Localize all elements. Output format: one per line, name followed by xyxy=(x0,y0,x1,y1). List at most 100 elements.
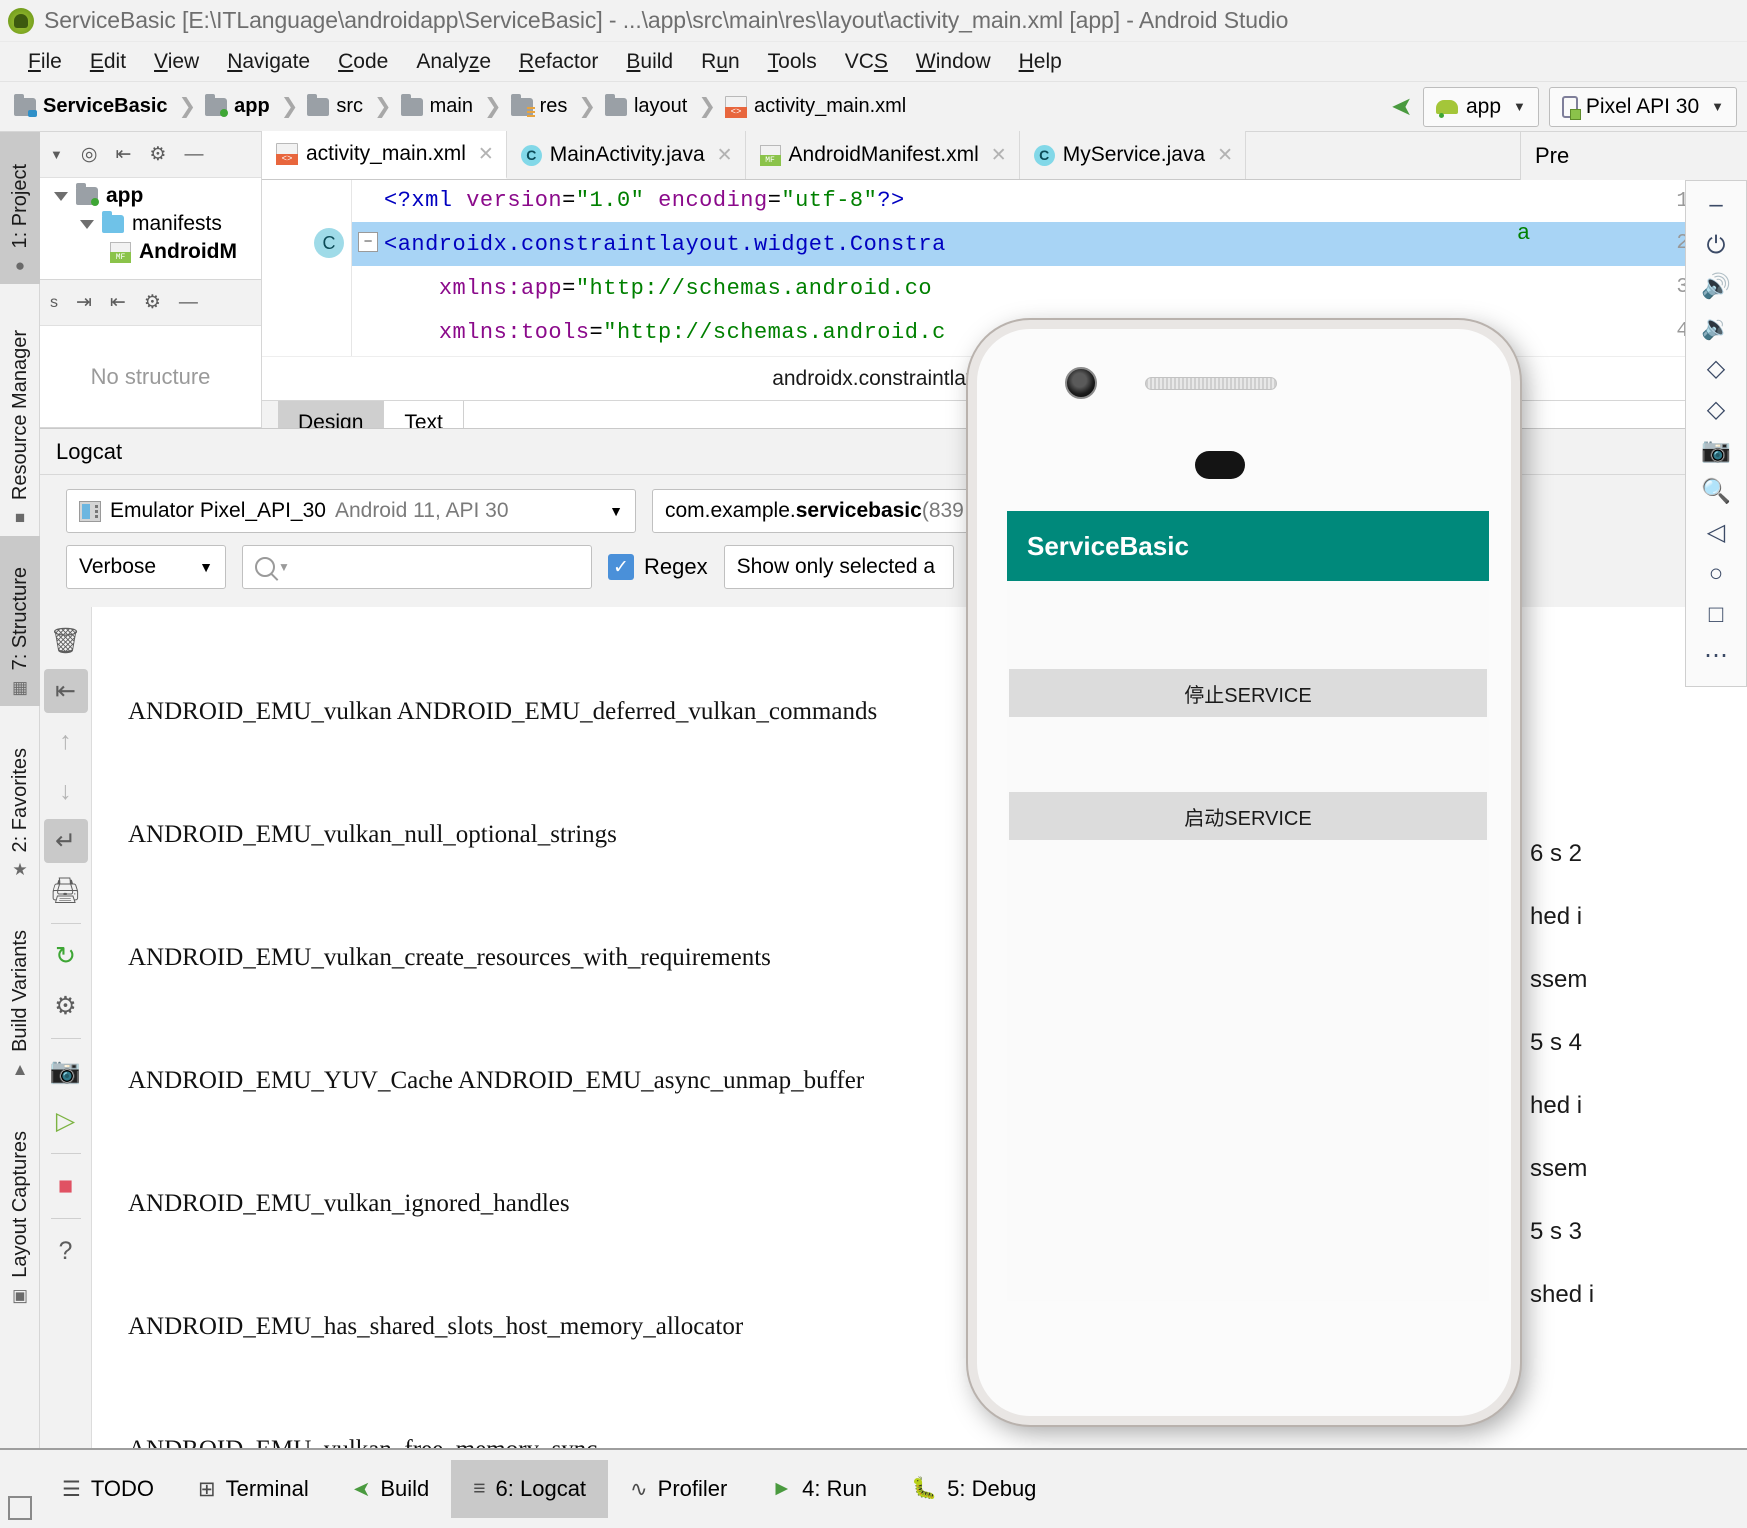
expand-all-icon[interactable]: ⇥ xyxy=(76,291,92,314)
tree-node-manifests[interactable]: manifests xyxy=(48,210,253,238)
breadcrumb-item-res[interactable]: res ❯ xyxy=(510,93,603,119)
close-icon[interactable]: ✕ xyxy=(717,144,733,167)
divider xyxy=(50,923,81,924)
screenshot-icon[interactable]: 📷 xyxy=(44,1049,88,1093)
back-icon[interactable]: ◁ xyxy=(1707,521,1725,545)
sidebar-item-build-variants[interactable]: ▲ Build Variants xyxy=(0,888,40,1088)
breadcrumb-item-file[interactable]: activity_main.xml xyxy=(724,95,906,118)
menu-build[interactable]: Build xyxy=(612,48,687,76)
volume-up-icon[interactable]: 🔊 xyxy=(1701,275,1731,299)
android-project-icon: ● xyxy=(14,256,26,275)
home-icon[interactable]: ○ xyxy=(1709,562,1724,586)
sort-icon[interactable]: s xyxy=(50,294,58,312)
menu-help[interactable]: Help xyxy=(1005,48,1076,76)
start-service-button[interactable]: 启动SERVICE xyxy=(1009,792,1487,840)
menu-edit[interactable]: Edit xyxy=(76,48,140,76)
breadcrumb-item-main[interactable]: main ❯ xyxy=(400,93,509,119)
locate-icon[interactable]: ◎ xyxy=(81,143,98,166)
stop-service-button[interactable]: 停止SERVICE xyxy=(1009,669,1487,717)
menu-tools[interactable]: Tools xyxy=(754,48,831,76)
sidebar-item-resource-manager[interactable]: ■ Resource Manager xyxy=(0,284,40,536)
tree-node-app[interactable]: app xyxy=(48,182,253,210)
rotate-right-icon[interactable]: ◇ xyxy=(1707,398,1725,422)
hammer-icon[interactable]: ➤ xyxy=(1391,91,1413,122)
rotate-left-icon[interactable]: ◇ xyxy=(1707,357,1725,381)
power-icon[interactable]: ⏻ xyxy=(1707,234,1726,258)
search-input[interactable]: ▼ xyxy=(242,545,592,589)
restart-icon[interactable]: ↻ xyxy=(44,934,88,978)
tab-activity-main-xml[interactable]: activity_main.xml ✕ xyxy=(262,131,507,179)
menu-analyze[interactable]: Analyze xyxy=(402,48,505,76)
close-icon[interactable]: ✕ xyxy=(1217,144,1233,167)
down-arrow-icon[interactable]: ↓ xyxy=(44,769,88,813)
emulator-window[interactable]: ServiceBasic 停止SERVICE 启动SERVICE xyxy=(968,320,1520,1425)
screen-record-icon[interactable]: ▷ xyxy=(44,1099,88,1143)
menu-run[interactable]: Run xyxy=(687,48,754,76)
chevron-down-small-icon[interactable]: ▼ xyxy=(50,147,63,162)
run-line: 5 s 3 xyxy=(1530,1218,1583,1245)
chevron-down-icon: ▼ xyxy=(609,503,623,519)
bottom-item-todo[interactable]: ☰ TODO xyxy=(40,1460,176,1518)
camera-icon[interactable]: 📷 xyxy=(1701,439,1731,463)
collapse-all-icon[interactable]: ⇤ xyxy=(110,291,126,314)
regex-checkbox[interactable]: ✓ Regex xyxy=(608,554,708,580)
breadcrumb-item-src[interactable]: src ❯ xyxy=(307,93,398,119)
overview-icon[interactable]: □ xyxy=(1709,603,1724,627)
menu-navigate[interactable]: Navigate xyxy=(213,48,324,76)
up-arrow-icon[interactable]: ↑ xyxy=(44,719,88,763)
volume-down-icon[interactable]: 🔉 xyxy=(1701,316,1731,340)
collapse-all-icon[interactable]: ⇤ xyxy=(115,143,131,166)
stop-icon[interactable]: ■ xyxy=(44,1164,88,1208)
resize-corner[interactable] xyxy=(8,1496,32,1520)
bottom-item-terminal[interactable]: ⊞ Terminal xyxy=(176,1460,331,1518)
device-selector[interactable]: Pixel API 30 ▼ xyxy=(1548,86,1737,127)
tab-my-service-java[interactable]: C MyService.java ✕ xyxy=(1019,131,1247,179)
process-selector-combo[interactable]: com.example. servicebasic (839 xyxy=(652,489,987,533)
bottom-item-debug[interactable]: 🐛 5: Debug xyxy=(889,1460,1058,1518)
sidebar-item-structure[interactable]: ▦ 7: Structure xyxy=(0,536,40,706)
bottom-item-logcat[interactable]: ≡ 6: Logcat xyxy=(451,1460,609,1518)
breadcrumb-item-app[interactable]: app ❯ xyxy=(205,93,305,119)
settings-gear-icon[interactable]: ⚙ xyxy=(144,291,161,314)
emulator-screen[interactable]: ServiceBasic 停止SERVICE 启动SERVICE xyxy=(1007,511,1489,1301)
soft-wrap-icon[interactable]: ↵ xyxy=(43,819,88,863)
sidebar-item-favorites[interactable]: ★ 2: Favorites xyxy=(0,706,40,888)
hide-icon[interactable]: — xyxy=(179,292,198,314)
menu-vcs[interactable]: VCS xyxy=(831,48,902,76)
close-icon[interactable]: ✕ xyxy=(991,144,1007,167)
settings-gear-icon[interactable]: ⚙ xyxy=(44,984,88,1028)
window-title: ServiceBasic [E:\ITLanguage\androidapp\S… xyxy=(44,7,1289,33)
breadcrumb-item-project[interactable]: ServiceBasic ❯ xyxy=(14,93,203,119)
run-configuration-selector[interactable]: app ▼ xyxy=(1422,86,1539,127)
menu-file[interactable]: File xyxy=(14,48,76,76)
tree-node-manifest-file[interactable]: AndroidM xyxy=(48,238,253,266)
scroll-to-end-icon[interactable]: ⇤ xyxy=(43,669,88,713)
menu-code[interactable]: Code xyxy=(324,48,402,76)
settings-gear-icon[interactable]: ⚙ xyxy=(149,143,166,166)
clear-logcat-icon[interactable]: 🗑 xyxy=(44,619,88,663)
menu-window[interactable]: Window xyxy=(902,48,1005,76)
sidebar-item-project[interactable]: ● 1: Project xyxy=(0,132,40,284)
preview-tab[interactable]: Pre xyxy=(1520,132,1747,180)
bottom-item-build[interactable]: ➤ Build xyxy=(331,1460,452,1518)
tab-android-manifest-xml[interactable]: AndroidManifest.xml ✕ xyxy=(745,131,1020,179)
breadcrumb-item-layout[interactable]: layout ❯ xyxy=(604,93,723,119)
print-icon[interactable]: 🖨 xyxy=(44,869,88,913)
menu-view[interactable]: View xyxy=(140,48,213,76)
zoom-icon[interactable]: 🔍 xyxy=(1701,480,1731,504)
fold-toggle-icon[interactable]: − xyxy=(358,232,378,252)
more-icon[interactable]: ⋯ xyxy=(1704,644,1728,668)
tab-main-activity-java[interactable]: C MainActivity.java ✕ xyxy=(506,131,746,179)
menu-refactor[interactable]: Refactor xyxy=(505,48,612,76)
minimize-icon[interactable]: – xyxy=(1709,193,1722,217)
hide-icon[interactable]: — xyxy=(184,144,203,166)
bottom-item-profiler[interactable]: ∿ Profiler xyxy=(608,1460,749,1518)
close-icon[interactable]: ✕ xyxy=(478,143,494,166)
log-level-combo[interactable]: Verbose ▼ xyxy=(66,545,226,589)
help-icon[interactable]: ? xyxy=(44,1229,88,1273)
class-marker-icon[interactable]: C xyxy=(314,228,344,258)
sidebar-item-layout-captures[interactable]: ▣ Layout Captures xyxy=(0,1088,40,1314)
scope-combo[interactable]: Show only selected a xyxy=(723,545,954,589)
device-selector-combo[interactable]: Emulator Pixel_API_30 Android 11, API 30… xyxy=(66,489,636,533)
bottom-item-run[interactable]: ► 4: Run xyxy=(749,1460,889,1518)
